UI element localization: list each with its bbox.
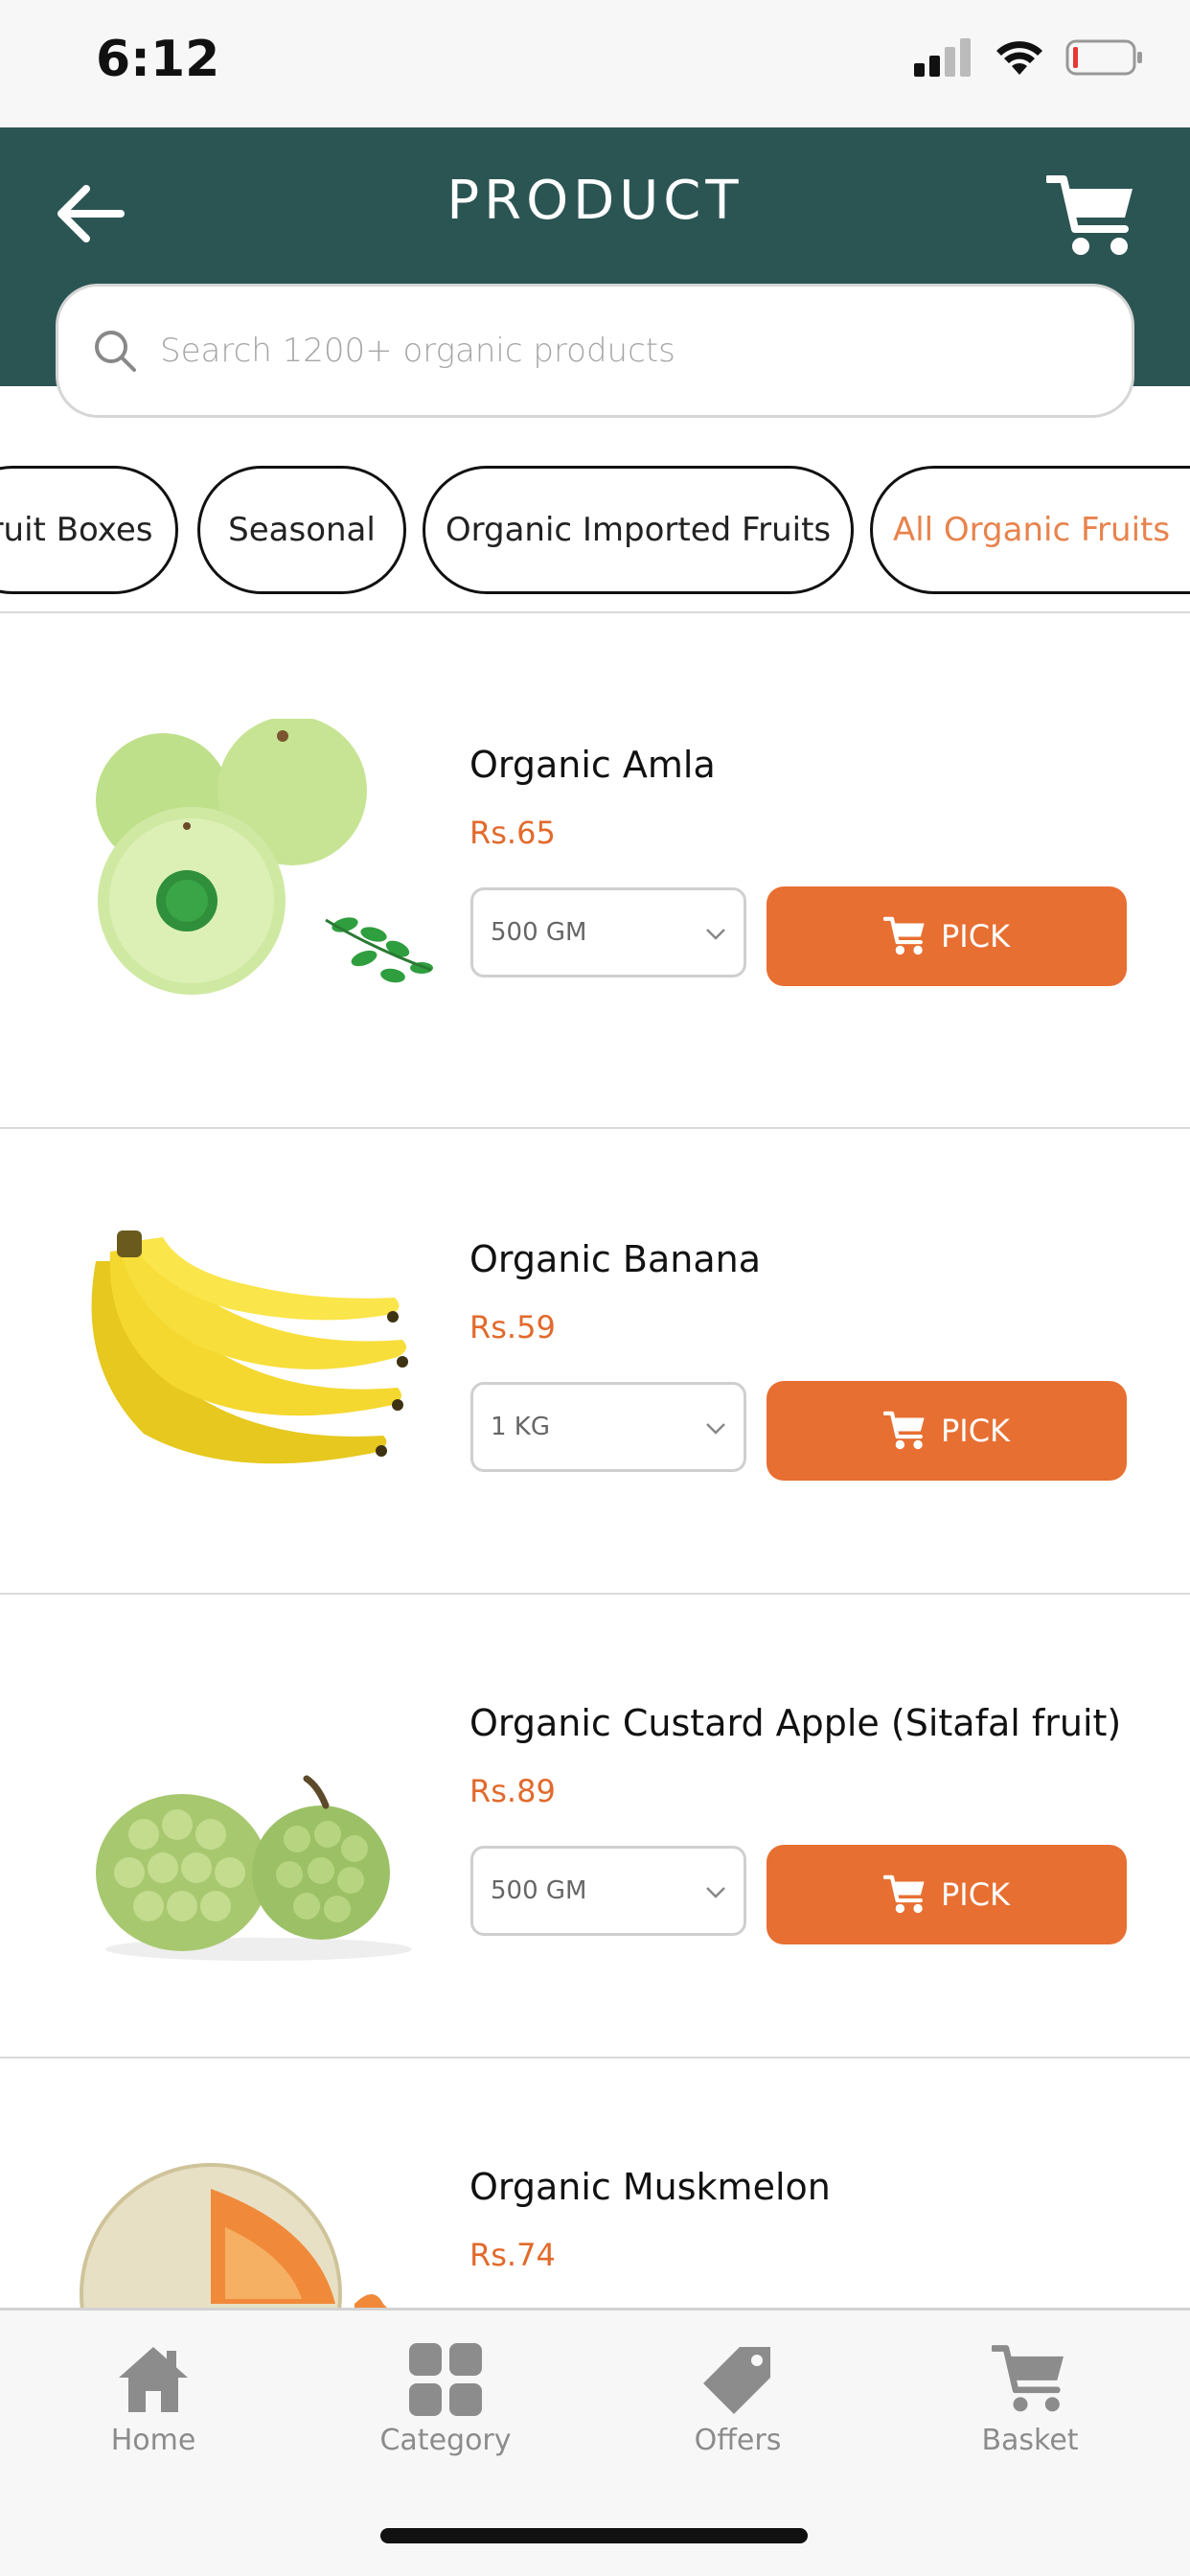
product-card: Organic Muskmelon Rs.74: [0, 2058, 1190, 2308]
category-chip-label: Seasonal: [228, 511, 376, 549]
signal-icon: [914, 38, 971, 77]
category-chip-label: Fruit Boxes: [0, 511, 153, 549]
cart-icon: [882, 916, 925, 955]
product-name: Organic Banana: [469, 1238, 761, 1280]
pick-button-label: PICK: [940, 918, 1011, 954]
tag-icon: [703, 2347, 770, 2414]
category-chip-label: Organic Imported Fruits: [445, 511, 832, 549]
size-select-value: 1 KG: [491, 1413, 551, 1441]
product-price: Rs.59: [469, 1309, 556, 1346]
size-select-value: 500 GM: [491, 1876, 587, 1905]
search-bar[interactable]: [56, 284, 1134, 418]
product-card: Organic Amla Rs.65 500 GM PICK: [0, 613, 1190, 1127]
product-name: Organic Custard Apple (Sitafal fruit): [469, 1702, 1122, 1744]
product-image-custard-apple: [96, 1775, 412, 1961]
product-name: Organic Muskmelon: [469, 2166, 831, 2208]
category-chip-all-organic-fruits[interactable]: All Organic Fruits: [870, 466, 1190, 594]
nav-home[interactable]: Home: [38, 2343, 268, 2457]
nav-offers[interactable]: Offers: [623, 2343, 853, 2457]
category-chip-seasonal[interactable]: Seasonal: [197, 466, 406, 594]
product-image-banana: [91, 1230, 408, 1464]
cart-icon: [882, 1874, 925, 1914]
status-bar: 6:12: [0, 0, 1190, 127]
page-title: PRODUCT: [446, 170, 744, 232]
header-cart-button[interactable]: [1044, 173, 1138, 260]
product-price: Rs.74: [469, 2237, 556, 2273]
product-image-amla: [96, 719, 433, 995]
nav-offers-label: Offers: [694, 2424, 782, 2457]
home-icon: [119, 2347, 188, 2412]
chevron-down-icon: [706, 1423, 725, 1435]
nav-category[interactable]: Category: [331, 2343, 561, 2457]
chevron-down-icon: [706, 929, 725, 940]
cart-icon: [992, 2345, 1064, 2412]
category-tabs: Fruit Boxes Seasonal Organic Imported Fr…: [0, 466, 1190, 598]
search-icon: [95, 331, 136, 372]
nav-home-label: Home: [110, 2424, 196, 2457]
pick-button[interactable]: PICK: [767, 886, 1127, 986]
cart-icon: [882, 1411, 925, 1450]
nav-basket[interactable]: Basket: [915, 2343, 1145, 2457]
category-chip-fruit-boxes[interactable]: Fruit Boxes: [0, 466, 178, 594]
product-card: Organic Banana Rs.59 1 KG PICK: [0, 1129, 1190, 1593]
pick-button[interactable]: PICK: [767, 1845, 1127, 1944]
pick-button-label: PICK: [940, 1413, 1011, 1449]
product-image-muskmelon: [80, 2163, 387, 2308]
status-time: 6:12: [96, 31, 220, 88]
wifi-icon: [996, 41, 1042, 75]
size-select[interactable]: 1 KG: [470, 1382, 746, 1472]
size-select[interactable]: 500 GM: [470, 887, 746, 978]
pick-button-label: PICK: [940, 1876, 1011, 1913]
product-card: Organic Custard Apple (Sitafal fruit) Rs…: [0, 1595, 1190, 2057]
product-name: Organic Amla: [469, 744, 716, 786]
cart-icon: [1044, 175, 1133, 255]
status-icons: [914, 38, 1144, 77]
search-input[interactable]: [160, 332, 1080, 370]
category-chip-label: All Organic Fruits: [892, 511, 1171, 549]
size-select[interactable]: 500 GM: [470, 1846, 746, 1936]
product-price: Rs.89: [469, 1773, 556, 1809]
battery-icon: [1065, 39, 1142, 76]
size-select-value: 500 GM: [491, 918, 587, 947]
nav-category-label: Category: [379, 2424, 512, 2457]
category-chip-organic-imported-fruits[interactable]: Organic Imported Fruits: [423, 466, 854, 594]
grid-icon: [409, 2343, 482, 2416]
nav-basket-label: Basket: [981, 2424, 1079, 2457]
product-price: Rs.65: [469, 815, 556, 851]
chevron-down-icon: [706, 1887, 725, 1898]
home-indicator: [380, 2528, 808, 2543]
pick-button[interactable]: PICK: [767, 1381, 1127, 1481]
